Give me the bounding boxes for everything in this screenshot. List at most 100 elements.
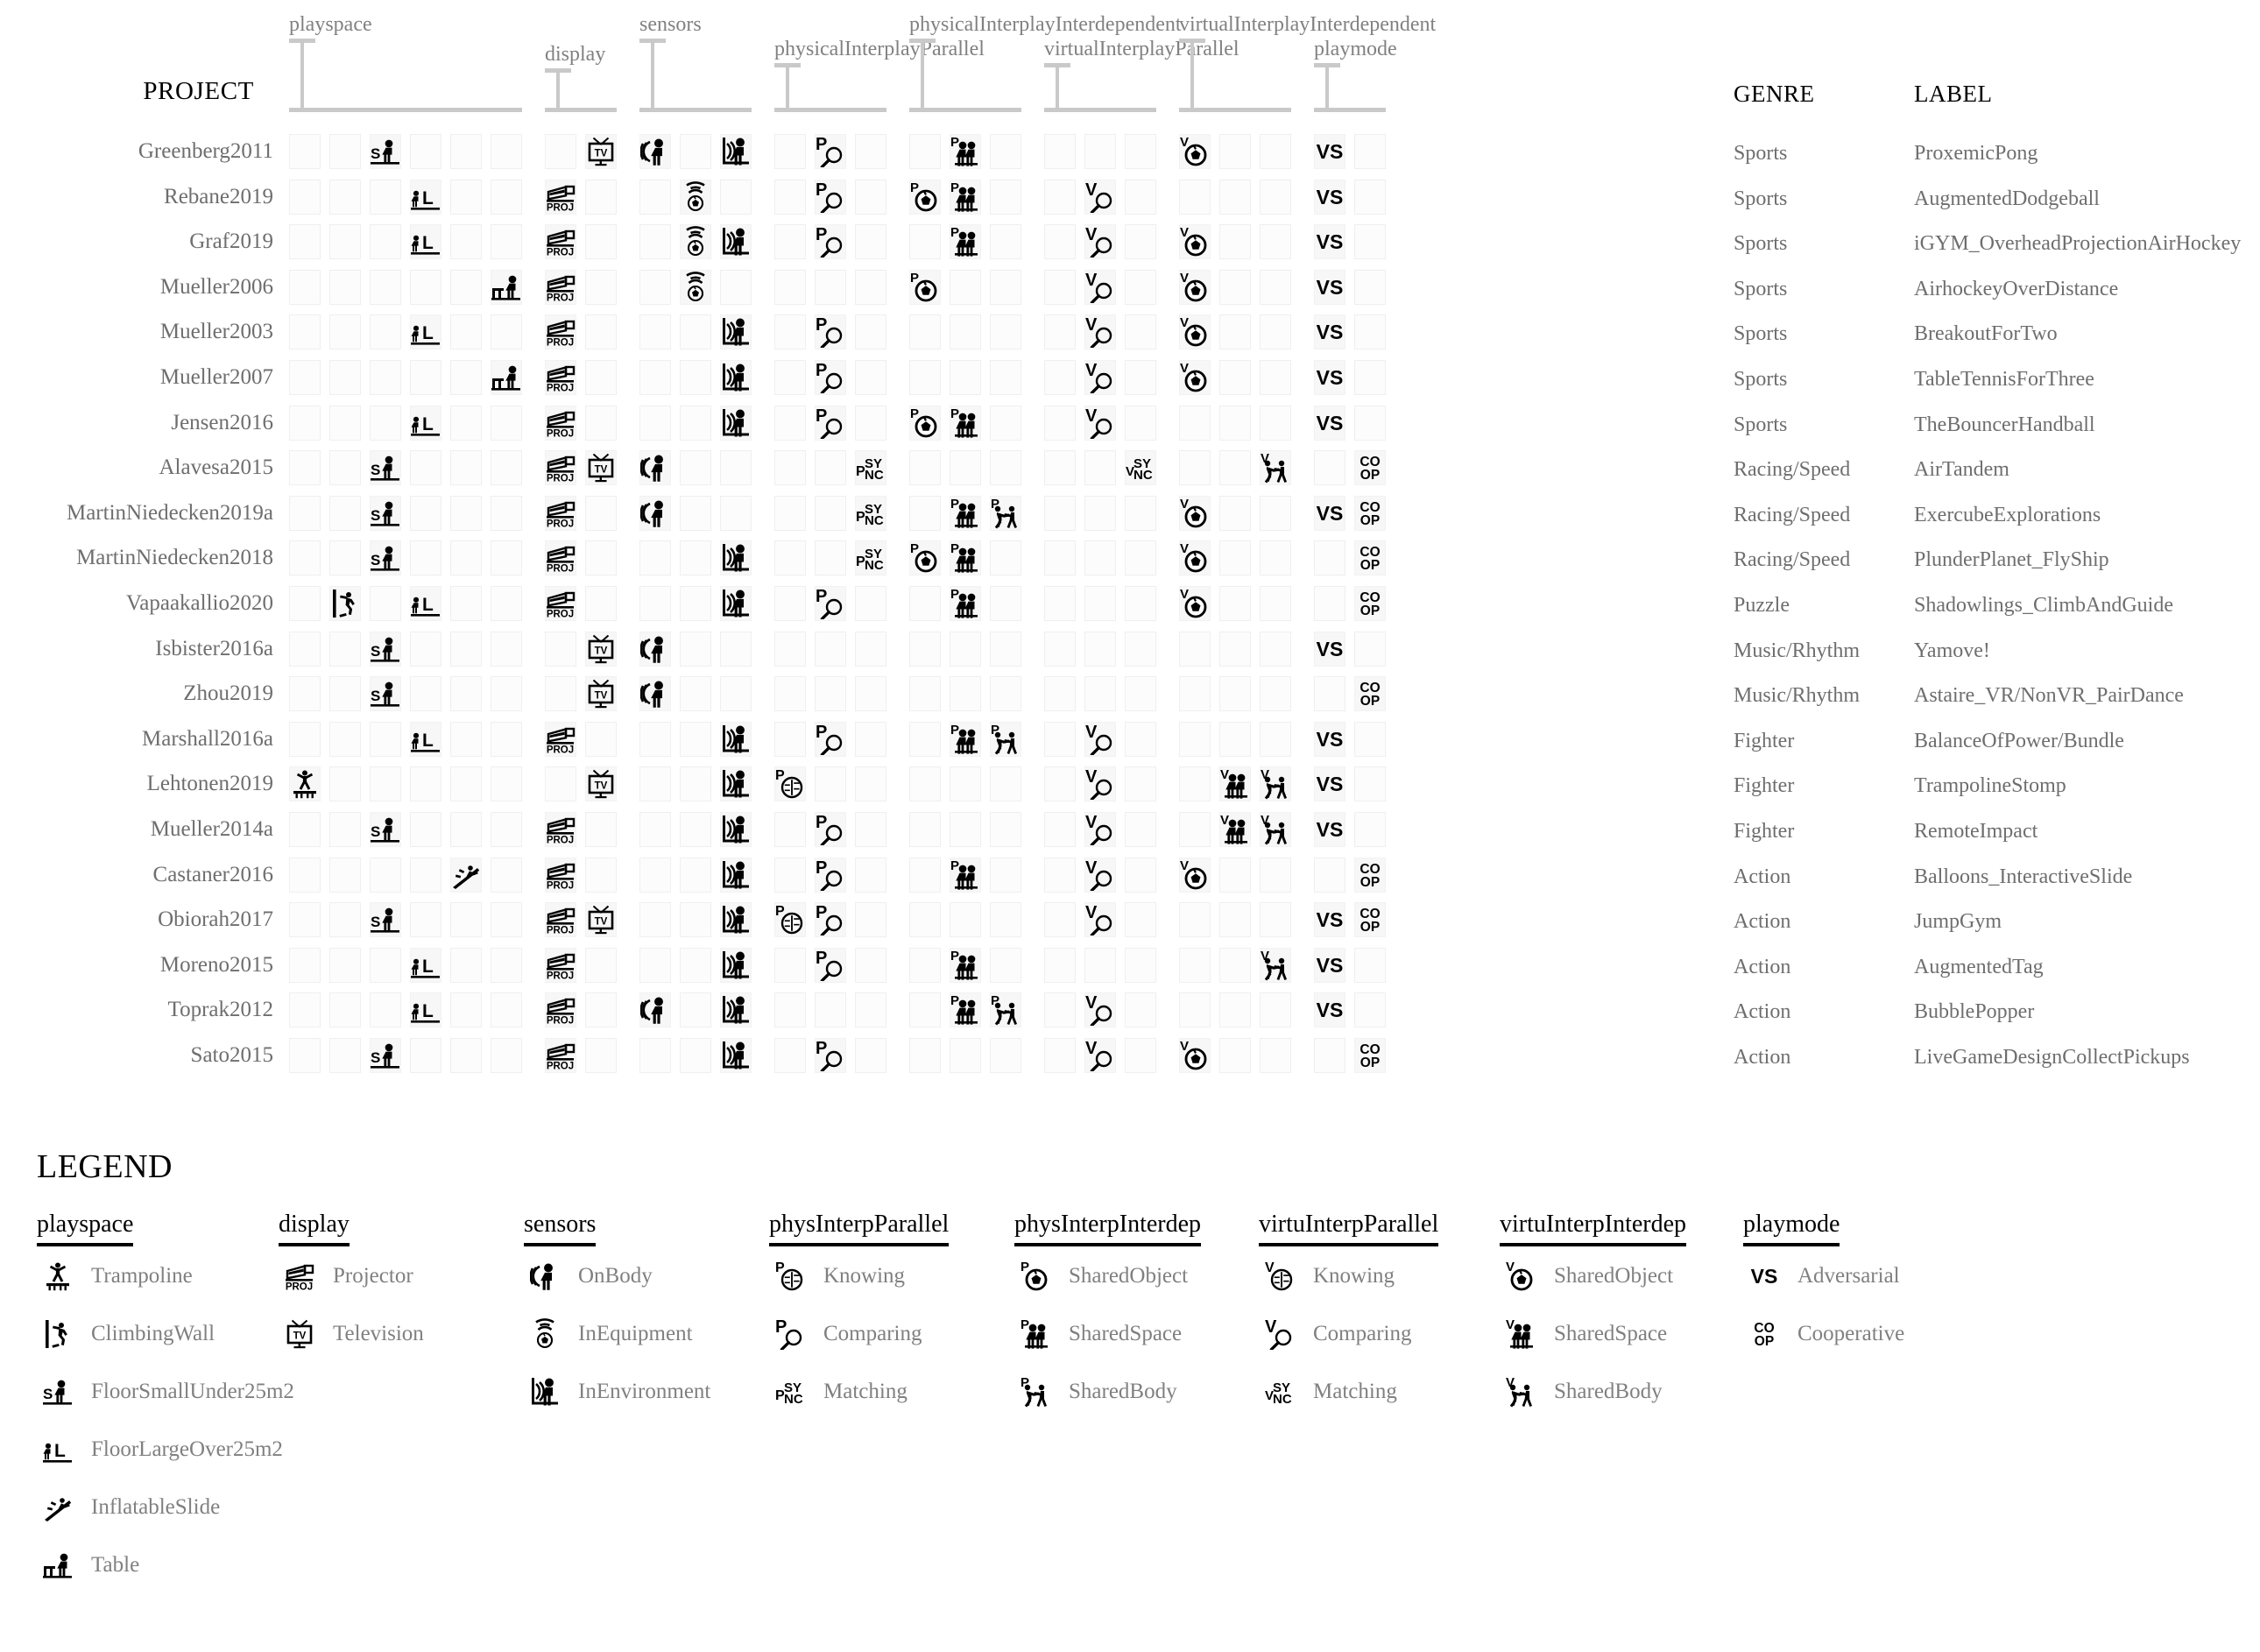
cell-projector-on[interactable]: PROJ — [545, 495, 576, 531]
cell-v-sharedbody-off[interactable] — [1260, 857, 1291, 893]
cell-v-sharedobject-off[interactable] — [1179, 721, 1211, 757]
cell-v-knowing-off[interactable] — [1044, 314, 1076, 350]
cell-p-knowing-off[interactable] — [774, 1037, 806, 1073]
cell-table-off[interactable] — [491, 450, 522, 486]
cell-floorsmall-on[interactable]: S — [370, 676, 401, 712]
cell-floorsmall-off[interactable] — [370, 857, 401, 893]
cell-onbody-on[interactable] — [639, 676, 671, 712]
cell-projector-on[interactable]: PROJ — [545, 585, 576, 621]
cell-trampoline-off[interactable] — [289, 179, 321, 215]
cell-inenvironment-on[interactable] — [720, 721, 752, 757]
cell-climbingwall-off[interactable] — [329, 947, 361, 983]
cell-onbody-off[interactable] — [639, 766, 671, 802]
cell-p-comparing-off[interactable] — [815, 495, 846, 531]
cell-table-off[interactable] — [491, 947, 522, 983]
cell-floorsmall-off[interactable] — [370, 766, 401, 802]
cell-vs-on[interactable]: VS — [1314, 992, 1345, 1028]
cell-floorsmall-off[interactable] — [370, 992, 401, 1028]
cell-inenvironment-on[interactable] — [720, 857, 752, 893]
cell-floorlarge-off[interactable] — [410, 495, 441, 531]
cell-v-comparing-on[interactable]: V — [1084, 314, 1116, 350]
cell-floorlarge-off[interactable] — [410, 359, 441, 395]
cell-v-sharedspace-on[interactable]: V — [1219, 766, 1251, 802]
cell-v-comparing-on[interactable]: V — [1084, 721, 1116, 757]
cell-floorlarge-off[interactable] — [410, 857, 441, 893]
cell-v-sharedspace-off[interactable] — [1219, 631, 1251, 667]
cell-v-matching-off[interactable] — [1125, 766, 1156, 802]
cell-v-sharedbody-on[interactable]: V — [1260, 766, 1291, 802]
cell-floorsmall-off[interactable] — [370, 721, 401, 757]
cell-floorlarge-off[interactable] — [410, 902, 441, 938]
cell-inenvironment-on[interactable] — [720, 1037, 752, 1073]
cell-p-comparing-off[interactable] — [815, 766, 846, 802]
cell-v-sharedspace-off[interactable] — [1219, 721, 1251, 757]
cell-table-off[interactable] — [491, 811, 522, 847]
cell-floorlarge-off[interactable] — [410, 676, 441, 712]
cell-v-comparing-on[interactable]: V — [1084, 857, 1116, 893]
cell-inequipment-off[interactable] — [680, 721, 711, 757]
cell-p-matching-on[interactable]: P SY NC — [855, 540, 886, 576]
cell-floorlarge-on[interactable]: L — [410, 721, 441, 757]
cell-coop-off[interactable] — [1354, 405, 1386, 441]
cell-v-sharedspace-off[interactable] — [1219, 902, 1251, 938]
cell-v-sharedobject-off[interactable] — [1179, 450, 1211, 486]
cell-p-sharedbody-off[interactable] — [990, 902, 1021, 938]
cell-p-comparing-on[interactable]: P — [815, 224, 846, 260]
cell-p-sharedspace-on[interactable]: P — [950, 721, 981, 757]
cell-v-sharedspace-off[interactable] — [1219, 269, 1251, 305]
cell-floorsmall-on[interactable]: S — [370, 540, 401, 576]
cell-television-off[interactable] — [585, 405, 617, 441]
cell-projector-on[interactable]: PROJ — [545, 359, 576, 395]
cell-coop-off[interactable] — [1354, 134, 1386, 169]
cell-trampoline-off[interactable] — [289, 359, 321, 395]
cell-trampoline-on[interactable] — [289, 766, 321, 802]
cell-p-comparing-on[interactable]: P — [815, 359, 846, 395]
cell-v-sharedbody-off[interactable] — [1260, 585, 1291, 621]
cell-inflatableslide-off[interactable] — [450, 676, 482, 712]
cell-projector-on[interactable]: PROJ — [545, 540, 576, 576]
cell-v-sharedobject-on[interactable]: V — [1179, 269, 1211, 305]
cell-trampoline-off[interactable] — [289, 134, 321, 169]
cell-v-sharedobject-off[interactable] — [1179, 676, 1211, 712]
cell-table-off[interactable] — [491, 405, 522, 441]
cell-v-knowing-off[interactable] — [1044, 585, 1076, 621]
cell-inequipment-off[interactable] — [680, 676, 711, 712]
cell-television-off[interactable] — [585, 1037, 617, 1073]
cell-projector-on[interactable]: PROJ — [545, 314, 576, 350]
cell-v-knowing-off[interactable] — [1044, 450, 1076, 486]
cell-vs-on[interactable]: VS — [1314, 269, 1345, 305]
cell-floorlarge-off[interactable] — [410, 450, 441, 486]
cell-p-sharedspace-off[interactable] — [950, 314, 981, 350]
cell-climbingwall-off[interactable] — [329, 450, 361, 486]
cell-vs-on[interactable]: VS — [1314, 179, 1345, 215]
cell-television-off[interactable] — [585, 224, 617, 260]
cell-climbingwall-off[interactable] — [329, 540, 361, 576]
cell-inequipment-off[interactable] — [680, 766, 711, 802]
cell-inenvironment-on[interactable] — [720, 585, 752, 621]
cell-onbody-on[interactable] — [639, 134, 671, 169]
cell-p-matching-off[interactable] — [855, 1037, 886, 1073]
cell-p-sharedspace-off[interactable] — [950, 359, 981, 395]
cell-p-sharedspace-off[interactable] — [950, 766, 981, 802]
cell-trampoline-off[interactable] — [289, 405, 321, 441]
cell-vs-on[interactable]: VS — [1314, 947, 1345, 983]
cell-p-comparing-off[interactable] — [815, 540, 846, 576]
cell-floorlarge-on[interactable]: L — [410, 947, 441, 983]
cell-v-comparing-on[interactable]: V — [1084, 902, 1116, 938]
cell-coop-off[interactable] — [1354, 721, 1386, 757]
cell-vs-on[interactable]: VS — [1314, 766, 1345, 802]
cell-v-sharedspace-off[interactable] — [1219, 314, 1251, 350]
cell-v-comparing-on[interactable]: V — [1084, 179, 1116, 215]
cell-v-matching-off[interactable] — [1125, 179, 1156, 215]
cell-inenvironment-on[interactable] — [720, 359, 752, 395]
cell-inequipment-off[interactable] — [680, 902, 711, 938]
cell-p-sharedobject-off[interactable] — [909, 676, 941, 712]
cell-v-comparing-on[interactable]: V — [1084, 359, 1116, 395]
cell-floorlarge-off[interactable] — [410, 269, 441, 305]
cell-floorlarge-off[interactable] — [410, 766, 441, 802]
cell-inenvironment-off[interactable] — [720, 495, 752, 531]
cell-trampoline-off[interactable] — [289, 947, 321, 983]
cell-table-off[interactable] — [491, 1037, 522, 1073]
cell-p-comparing-on[interactable]: P — [815, 1037, 846, 1073]
cell-trampoline-off[interactable] — [289, 495, 321, 531]
